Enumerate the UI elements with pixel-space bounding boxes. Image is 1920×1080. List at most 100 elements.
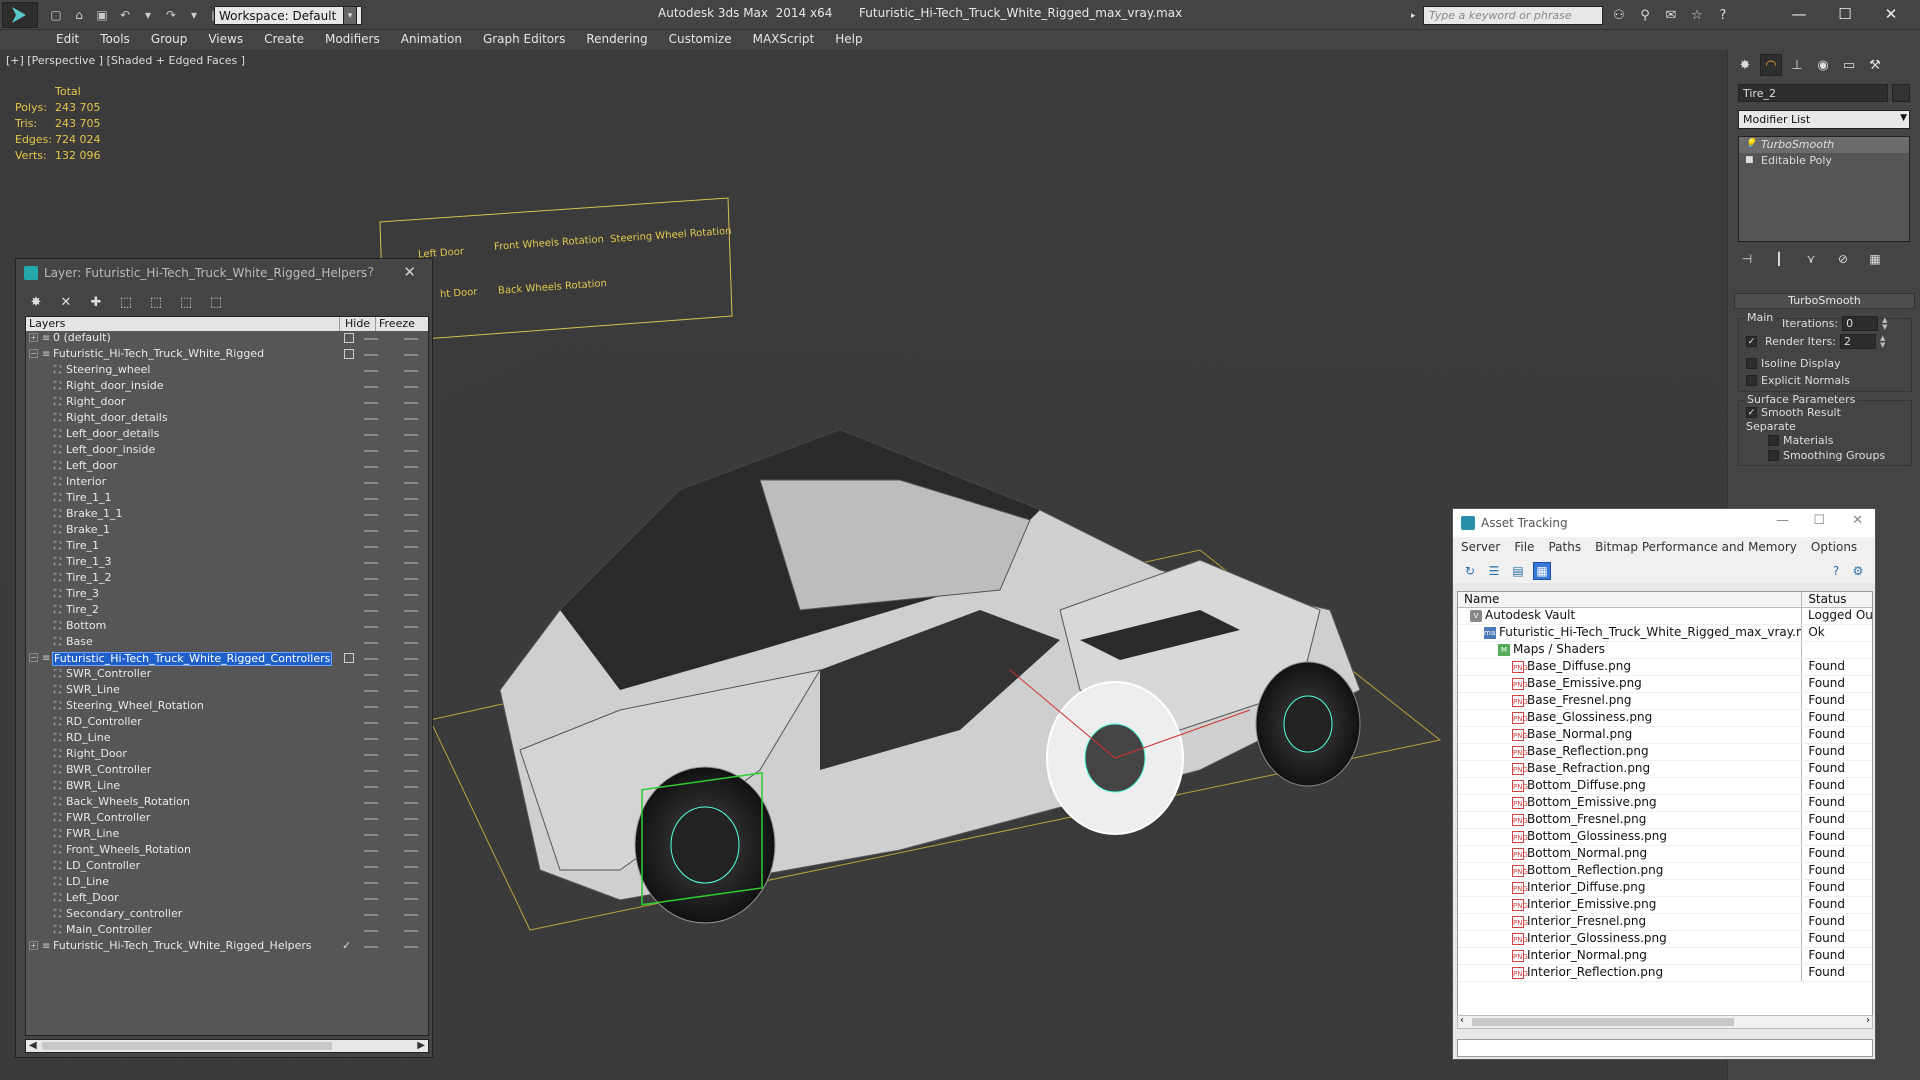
asset-row[interactable]: PNGBase_Glossiness.png Found [1458, 710, 1872, 727]
layer-name[interactable]: Right_door_inside [65, 380, 165, 394]
redo-icon[interactable]: ↷ [161, 6, 181, 24]
hide-toggle[interactable] [364, 450, 378, 452]
layer-name[interactable]: RD_Controller [65, 716, 143, 730]
layer-name[interactable]: FWR_Line [65, 828, 120, 842]
isoline-checkbox[interactable] [1746, 358, 1757, 369]
col-name[interactable]: Name [1458, 592, 1803, 607]
layer-name[interactable]: Left_door_details [65, 428, 160, 442]
object-color-swatch[interactable] [1892, 84, 1910, 102]
freeze-toggle[interactable] [404, 434, 418, 436]
layer-name[interactable]: FWR_Controller [65, 812, 151, 826]
collapse-icon[interactable]: − [29, 653, 38, 662]
asset-row[interactable]: PNGBase_Normal.png Found [1458, 727, 1872, 744]
hide-toggle[interactable] [364, 690, 378, 692]
select-objects-icon[interactable]: ⬚ [116, 292, 136, 312]
col-layers[interactable]: Layers [26, 317, 340, 331]
layer-row[interactable]: ⛶ Right_door_details [26, 411, 428, 427]
new-file-icon[interactable]: ▢ [46, 6, 66, 24]
freeze-toggle[interactable] [404, 738, 418, 740]
layer-row[interactable]: − ≡ Futuristic_Hi-Tech_Truck_White_Rigged_… [26, 651, 428, 667]
asset-row[interactable]: PNGBase_Emissive.png Found [1458, 676, 1872, 693]
current-layer-check-icon[interactable]: ✓ [342, 939, 351, 952]
freeze-toggle[interactable] [404, 914, 418, 916]
render-iters-checkbox[interactable]: ✓ [1746, 336, 1757, 347]
scroll-left-icon[interactable]: ‹ [1460, 1015, 1464, 1026]
layer-row[interactable]: ⛶ RD_Controller [26, 715, 428, 731]
layer-name[interactable]: Brake_1 [65, 524, 111, 538]
hide-toggle[interactable] [364, 930, 378, 932]
col-hide[interactable]: Hide [340, 317, 376, 331]
hide-toggle[interactable] [364, 770, 378, 772]
layer-row[interactable]: ⛶ Tire_2 [26, 603, 428, 619]
menu-group[interactable]: Group [141, 30, 199, 50]
layer-row[interactable]: ⛶ BWR_Line [26, 779, 428, 795]
viewport-label[interactable]: [+] [Perspective ] [Shaded + Edged Faces… [6, 54, 245, 67]
vault-settings-icon[interactable]: ⚙ [1849, 562, 1867, 580]
menu-customize[interactable]: Customize [659, 30, 743, 50]
freeze-toggle[interactable] [404, 706, 418, 708]
expand-icon[interactable]: + [29, 941, 38, 950]
layer-name[interactable]: Right_door_details [65, 412, 169, 426]
app-menu-button[interactable] [2, 2, 38, 28]
layer-name[interactable]: Left_Door [65, 892, 120, 906]
communication-icon[interactable]: ✉ [1660, 6, 1682, 25]
layer-row[interactable]: ⛶ FWR_Line [26, 827, 428, 843]
make-unique-icon[interactable]: ⋎ [1802, 250, 1820, 268]
create-layer-icon[interactable]: ✸ [26, 292, 46, 312]
freeze-toggle[interactable] [404, 626, 418, 628]
hide-toggle[interactable] [364, 482, 378, 484]
freeze-toggle[interactable] [404, 850, 418, 852]
layer-name[interactable]: Base [65, 636, 94, 650]
asset-row[interactable]: PNGBottom_Diffuse.png Found [1458, 778, 1872, 795]
menu-views[interactable]: Views [198, 30, 254, 50]
freeze-all-icon[interactable]: ⬚ [206, 292, 226, 312]
close-icon[interactable]: ✕ [1852, 513, 1863, 528]
asset-row[interactable]: M Maps / Shaders [1458, 642, 1872, 659]
layer-name[interactable]: Secondary_controller [65, 908, 183, 922]
asset-row[interactable]: PNGBottom_Emissive.png Found [1458, 795, 1872, 812]
layer-row[interactable]: ⛶ LD_Controller [26, 859, 428, 875]
hide-toggle[interactable] [364, 418, 378, 420]
workspace-dropdown[interactable]: Workspace: Default ▾ [214, 6, 362, 25]
layer-name[interactable]: Left_door [65, 460, 118, 474]
hide-toggle[interactable] [364, 818, 378, 820]
stack-item-turbosmooth[interactable]: 💡 TurboSmooth [1739, 137, 1909, 153]
help-icon[interactable]: ? [368, 265, 374, 279]
turbosmooth-rollout-header[interactable]: TurboSmooth [1734, 293, 1915, 309]
layer-name[interactable]: Tire_1 [65, 540, 100, 554]
menu-options[interactable]: Options [1811, 540, 1857, 556]
layer-row[interactable]: ⛶ Tire_3 [26, 587, 428, 603]
spinner-arrows-icon[interactable]: ▲ ▼ [1880, 334, 1888, 349]
asset-row[interactable]: V Autodesk Vault Logged Out [1458, 608, 1872, 625]
layer-row[interactable]: ⛶ Left_Door [26, 891, 428, 907]
freeze-toggle[interactable] [404, 498, 418, 500]
asset-row[interactable]: PNGInterior_Diffuse.png Found [1458, 880, 1872, 897]
asset-row[interactable]: maxFuturistic_Hi-Tech_Truck_White_Rigged… [1458, 625, 1872, 642]
layer-name[interactable]: Tire_1_1 [65, 492, 112, 506]
asset-row[interactable]: PNGBase_Refraction.png Found [1458, 761, 1872, 778]
freeze-toggle[interactable] [404, 562, 418, 564]
freeze-toggle[interactable] [404, 834, 418, 836]
layer-name[interactable]: 0 (default) [52, 332, 112, 346]
render-iters-spinner[interactable]: 2 [1839, 334, 1876, 349]
layer-name[interactable]: Steering_Wheel_Rotation [65, 700, 205, 714]
freeze-toggle[interactable] [404, 722, 418, 724]
layer-name[interactable]: Steering_wheel [65, 364, 151, 378]
layer-name[interactable]: Front_Wheels_Rotation [65, 844, 192, 858]
layer-row[interactable]: ⛶ Right_door_inside [26, 379, 428, 395]
hide-toggle[interactable] [364, 610, 378, 612]
freeze-toggle[interactable] [404, 866, 418, 868]
hide-toggle[interactable] [364, 386, 378, 388]
layer-row[interactable]: ⛶ Main_Controller [26, 923, 428, 939]
search-input[interactable]: Type a keyword or phrase [1423, 6, 1603, 25]
menu-help[interactable]: Help [825, 30, 873, 50]
freeze-toggle[interactable] [404, 690, 418, 692]
freeze-toggle[interactable] [404, 946, 418, 948]
menu-maxscript[interactable]: MAXScript [743, 30, 826, 50]
asset-row[interactable]: PNGBase_Reflection.png Found [1458, 744, 1872, 761]
freeze-toggle[interactable] [404, 610, 418, 612]
menu-edit[interactable]: Edit [46, 30, 90, 50]
asset-row[interactable]: PNGInterior_Emissive.png Found [1458, 897, 1872, 914]
scroll-right-icon[interactable]: ▶ [417, 1040, 425, 1051]
hide-toggle[interactable] [364, 434, 378, 436]
